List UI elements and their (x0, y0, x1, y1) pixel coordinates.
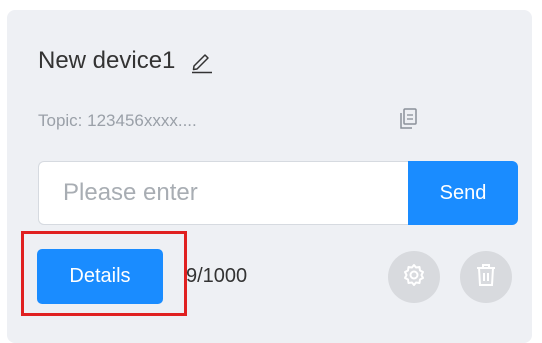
message-input[interactable] (38, 161, 408, 225)
delete-button[interactable] (460, 251, 512, 303)
device-name: New device1 (38, 47, 176, 74)
message-input-group: Send (38, 161, 518, 225)
settings-button[interactable] (388, 251, 440, 303)
details-button[interactable]: Details (37, 249, 163, 304)
gear-icon (402, 263, 426, 292)
device-topic: Topic: 123456xxxx.... (38, 111, 197, 130)
send-button[interactable]: Send (408, 161, 518, 225)
device-title-row: New device1 (38, 47, 215, 75)
trash-icon (475, 263, 497, 292)
message-counter: 9/1000 (186, 265, 248, 287)
pencil-icon[interactable] (189, 48, 215, 74)
copy-icon[interactable] (398, 108, 418, 130)
